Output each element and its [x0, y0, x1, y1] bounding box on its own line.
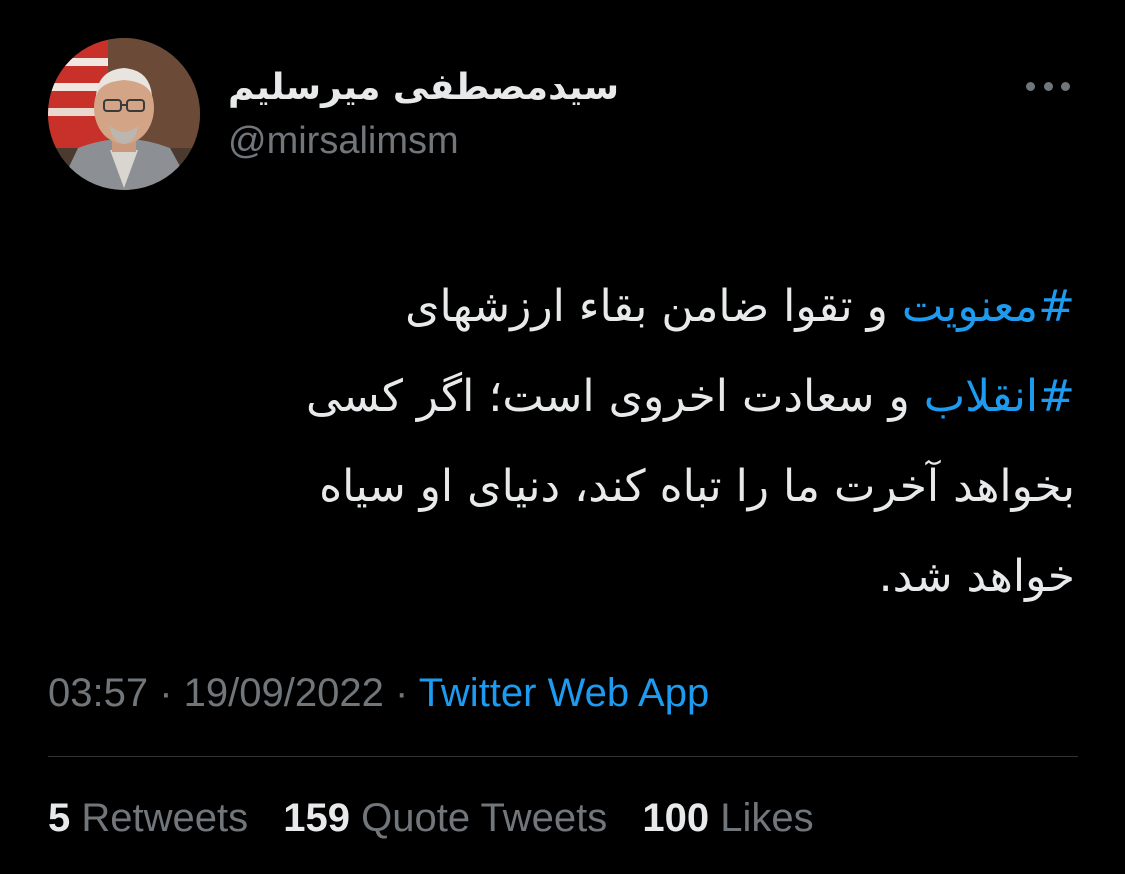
likes-label: Likes — [720, 796, 814, 840]
tweet-text: #معنویت و تقوا ضامن بقاء ارزشهای #انقلاب … — [95, 262, 1075, 622]
avatar-image — [48, 38, 200, 190]
tweet-stats: 5 Retweets 159 Quote Tweets 100 Likes — [48, 793, 838, 843]
tweet-text-line: بخواهد آخرت ما را تباه کند، دنیای او سیا… — [95, 442, 1075, 532]
meta-separator: · — [383, 671, 419, 715]
tweet-text-segment: خواهد شد. — [878, 551, 1075, 602]
tweet-time[interactable]: 03:57 — [48, 671, 148, 715]
retweets-label: Retweets — [81, 796, 249, 840]
more-dot — [1026, 81, 1035, 91]
author-handle[interactable]: @mirsalimsm — [228, 119, 619, 163]
author-display-name[interactable]: سیدمصطفی میرسلیم — [228, 63, 619, 113]
tweet-text-line: خواهد شد. — [95, 532, 1075, 622]
author-names: سیدمصطفی میرسلیم @mirsalimsm — [228, 63, 619, 163]
tweet-text-segment: و سعادت اخروی است؛ اگر کسی — [306, 371, 924, 422]
avatar[interactable] — [48, 38, 200, 190]
meta-separator: · — [148, 671, 184, 715]
tweet-header: سیدمصطفی میرسلیم @mirsalimsm — [48, 38, 1078, 190]
tweet-text-line: #انقلاب و سعادت اخروی است؛ اگر کسی — [95, 352, 1075, 442]
tweet-text-segment: و تقوا ضامن بقاء ارزشهای — [405, 281, 902, 332]
retweets-stat[interactable]: 5 Retweets — [48, 793, 248, 843]
more-dot — [1043, 81, 1053, 91]
tweet: سیدمصطفی میرسلیم @mirsalimsm #معنویت و ت… — [0, 0, 1125, 874]
more-dot — [1061, 81, 1070, 91]
tweet-meta: 03:57 · 19/09/2022 · Twitter Web App — [48, 668, 709, 718]
divider — [48, 756, 1078, 757]
likes-count: 100 — [642, 796, 710, 840]
hashtag-link[interactable]: #معنویت — [902, 281, 1075, 332]
retweets-count: 5 — [48, 796, 71, 840]
tweet-text-line: #معنویت و تقوا ضامن بقاء ارزشهای — [95, 262, 1075, 352]
tweet-date[interactable]: 19/09/2022 — [184, 671, 384, 715]
tweet-text-segment: بخواهد آخرت ما را تباه کند، دنیای او سیا… — [319, 461, 1075, 512]
hashtag-link[interactable]: #انقلاب — [924, 371, 1075, 422]
more-horizontal-icon[interactable] — [1026, 76, 1070, 96]
quote-tweets-stat[interactable]: 159 Quote Tweets — [283, 793, 607, 843]
likes-stat[interactable]: 100 Likes — [642, 793, 813, 843]
tweet-source[interactable]: Twitter Web App — [419, 671, 710, 715]
quote-tweets-label: Quote Tweets — [361, 796, 608, 840]
quote-tweets-count: 159 — [283, 796, 350, 840]
